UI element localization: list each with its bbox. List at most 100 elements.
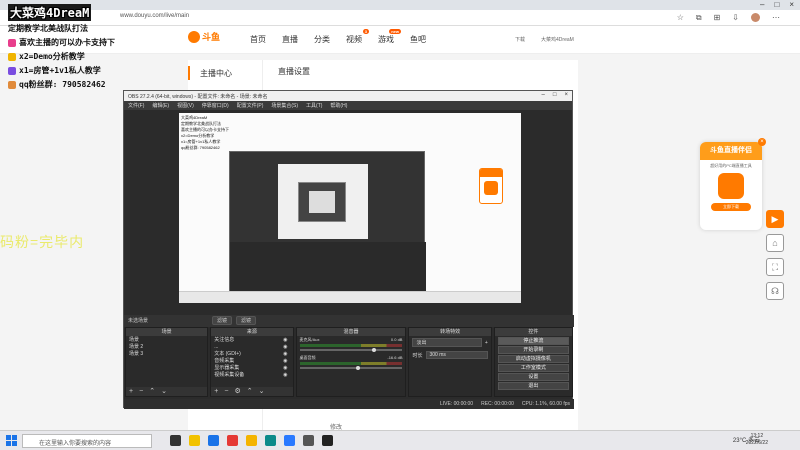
- mail-icon[interactable]: [208, 435, 219, 446]
- chrome-icon[interactable]: [246, 435, 257, 446]
- volume-slider[interactable]: [299, 366, 403, 370]
- start-recording-button[interactable]: 开始录制: [497, 346, 570, 354]
- system-clock[interactable]: 13:12 2022/6/22: [746, 433, 768, 447]
- eye-icon[interactable]: ◉: [283, 351, 287, 358]
- volume-slider[interactable]: [299, 348, 403, 352]
- close-icon[interactable]: ×: [758, 138, 766, 146]
- scan-icon[interactable]: ⛶: [766, 258, 784, 276]
- nav-games-label: 游戏: [378, 35, 394, 44]
- promo-widget: × 斗鱼直播伴侣 超好用的PC端直播工具 立即下载: [700, 138, 766, 230]
- scene-list: 场景 场景 2 场景 3: [126, 336, 207, 359]
- collections-icon[interactable]: ⧉: [696, 13, 702, 23]
- douyu-logo[interactable]: 斗鱼: [188, 30, 220, 43]
- source-item[interactable]: 关注信息 ◉: [214, 337, 289, 344]
- office-icon[interactable]: [227, 435, 238, 446]
- windows-start-icon[interactable]: [6, 435, 17, 446]
- source-label: 音频采集: [214, 358, 235, 364]
- volume-slider-knob[interactable]: [356, 366, 361, 370]
- menu-item-streamer-center[interactable]: 主播中心: [188, 66, 263, 80]
- scenes-dock-toolbar: + − ⌃ ⌄: [126, 387, 208, 396]
- settings-button[interactable]: 设置: [497, 373, 570, 381]
- minimize-icon[interactable]: –: [542, 92, 545, 98]
- source-item[interactable]: 文本 (GDI+) ◉: [214, 351, 289, 358]
- add-icon[interactable]: +: [214, 387, 218, 396]
- close-icon[interactable]: ×: [564, 92, 568, 98]
- remove-icon[interactable]: −: [139, 387, 143, 396]
- scene-item[interactable]: 场景: [129, 337, 204, 344]
- steam-icon[interactable]: [303, 435, 314, 446]
- source-item[interactable]: 视频采集设备 ◉: [214, 372, 289, 379]
- volume-slider-knob[interactable]: [371, 348, 376, 352]
- nav-home[interactable]: 首页: [250, 34, 266, 45]
- nav-category[interactable]: 分类: [314, 34, 330, 45]
- app-icon[interactable]: [284, 435, 295, 446]
- eye-icon[interactable]: ◉: [283, 344, 287, 351]
- scene-item[interactable]: 场景 2: [129, 344, 204, 351]
- filters-button[interactable]: 滤镜: [212, 316, 233, 325]
- stop-streaming-button[interactable]: 停止推流: [497, 337, 570, 345]
- gear-icon[interactable]: ⚙: [234, 387, 240, 396]
- nav-live[interactable]: 直播: [282, 34, 298, 45]
- move-up-icon[interactable]: ⌃: [149, 387, 155, 396]
- nav-games[interactable]: 游戏 new: [378, 29, 401, 45]
- rec-status: REC: 00:00:00: [481, 401, 514, 407]
- duration-input[interactable]: 300 ms: [425, 351, 488, 359]
- minimize-icon[interactable]: –: [760, 0, 764, 10]
- source-item[interactable]: 音频采集 ◉: [214, 358, 289, 365]
- scene-item[interactable]: 场景 3: [129, 351, 204, 358]
- taskbar-search[interactable]: 在这里输入你要搜索的内容: [22, 434, 152, 448]
- username-link[interactable]: 大菜鸡4DreaM: [541, 36, 574, 43]
- move-up-icon[interactable]: ⌃: [247, 387, 253, 396]
- transition-select[interactable]: 淡出: [412, 338, 482, 347]
- add-icon[interactable]: +: [485, 340, 488, 346]
- clock-time: 13:12: [750, 433, 764, 439]
- virtual-camera-button[interactable]: 启动虚拟摄像机: [497, 355, 570, 363]
- home-icon[interactable]: ⌂: [766, 234, 784, 252]
- close-icon[interactable]: ×: [789, 0, 794, 10]
- mixer-channel-name: 桌面音频: [299, 355, 316, 360]
- file-explorer-icon[interactable]: [189, 435, 200, 446]
- add-icon[interactable]: +: [129, 387, 133, 396]
- menu-edit[interactable]: 编辑(E): [152, 102, 169, 109]
- tab-live-settings[interactable]: 直播设置: [278, 66, 310, 77]
- play-icon[interactable]: ▶: [766, 210, 784, 228]
- maximize-icon[interactable]: □: [774, 0, 779, 10]
- move-down-icon[interactable]: ⌄: [161, 387, 167, 396]
- source-item[interactable]: 显示器采集 ◉: [214, 365, 289, 372]
- move-down-icon[interactable]: ⌄: [259, 387, 265, 396]
- studio-mode-button[interactable]: 工作室模式: [497, 364, 570, 372]
- star-icon[interactable]: ☆: [677, 13, 684, 23]
- menu-file[interactable]: 文件(F): [128, 102, 144, 109]
- maximize-icon[interactable]: □: [553, 92, 557, 98]
- downloads-icon[interactable]: ⇩: [732, 13, 739, 23]
- obs-menu-bar: 文件(F) 编辑(E) 视图(V) 停靠窗口(D) 配置文件(P) 场景集合(S…: [124, 101, 572, 110]
- menu-profile[interactable]: 配置文件(P): [237, 102, 264, 109]
- remove-icon[interactable]: −: [224, 387, 228, 396]
- eye-icon[interactable]: ◉: [283, 365, 287, 372]
- nav-video[interactable]: 视频 3: [346, 29, 369, 45]
- menu-help[interactable]: 帮助(H): [330, 102, 347, 109]
- eye-icon[interactable]: ◉: [283, 372, 287, 379]
- nav-fishbar[interactable]: 鱼吧: [410, 34, 426, 45]
- edge-icon[interactable]: [265, 435, 276, 446]
- overlay-subtitle-text: 定期教学北美战队打法: [8, 24, 88, 33]
- mixer-channel: 麦克风/Aux 0.0 dB: [297, 336, 406, 354]
- menu-view[interactable]: 视图(V): [177, 102, 194, 109]
- eye-icon[interactable]: ◉: [283, 358, 287, 365]
- task-view-icon[interactable]: [170, 435, 181, 446]
- extensions-icon[interactable]: ⊞: [714, 13, 721, 23]
- more-icon[interactable]: ⋯: [772, 13, 780, 23]
- menu-tools[interactable]: 工具(T): [306, 102, 322, 109]
- exit-button[interactable]: 退出: [497, 382, 570, 390]
- menu-scene-collection[interactable]: 场景集合(S): [271, 102, 298, 109]
- profile-avatar[interactable]: [751, 13, 760, 22]
- source-item[interactable]: ... ◉: [214, 344, 289, 351]
- obs-preview[interactable]: 大菜鸡4DreaM 定期教学北美战队打法 喜欢主播的可以办卡支持下 x2=Dem…: [179, 113, 521, 303]
- eye-icon[interactable]: ◉: [283, 337, 287, 344]
- obs-icon[interactable]: [322, 435, 333, 446]
- filters-button-2[interactable]: 滤镜: [236, 316, 257, 325]
- download-link[interactable]: 下载: [515, 36, 525, 43]
- headset-icon[interactable]: ☊: [766, 282, 784, 300]
- menu-docks[interactable]: 停靠窗口(D): [202, 102, 229, 109]
- promo-download-button[interactable]: 立即下载: [711, 203, 751, 211]
